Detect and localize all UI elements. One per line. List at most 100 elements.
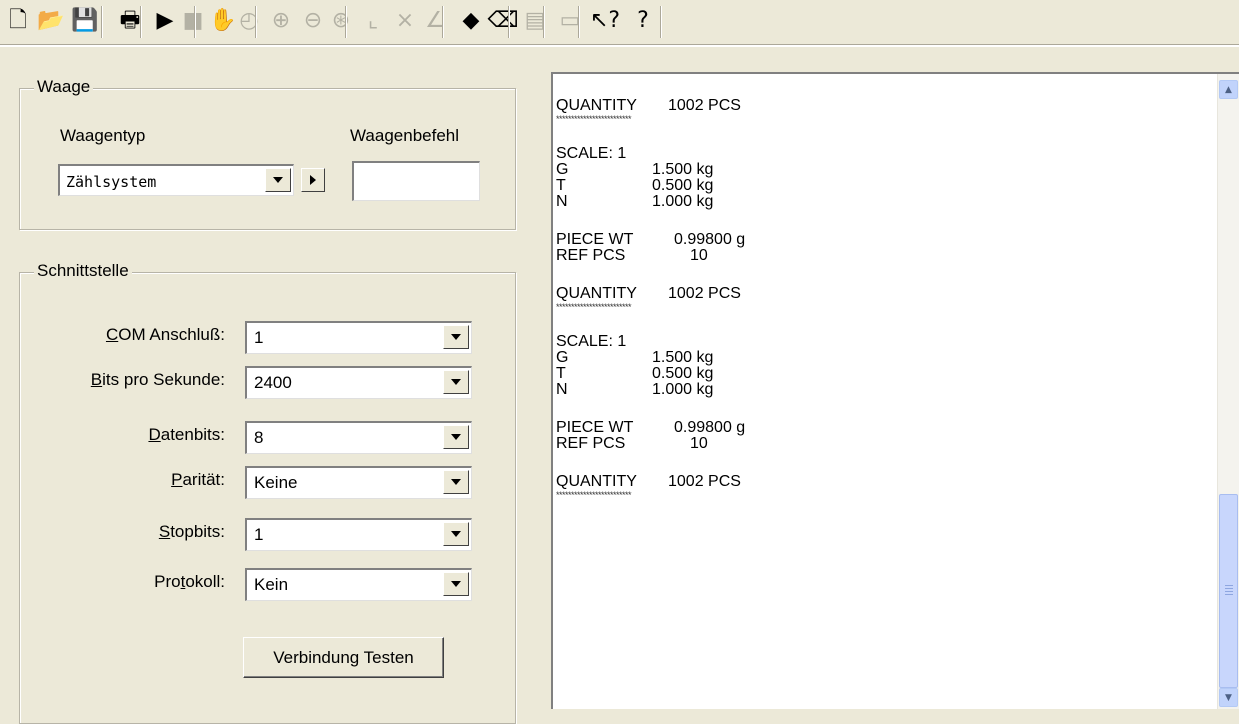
cross-chart-icon[interactable]: ⨯ — [390, 6, 420, 36]
verbindung-testen-button[interactable]: Verbindung Testen — [243, 637, 444, 678]
output-text-span: QUANTITY — [556, 97, 637, 114]
window-icon[interactable]: ▭ — [555, 6, 585, 36]
field-label-3: Parität: — [171, 470, 225, 490]
field-label-4: Stopbits: — [159, 522, 225, 542]
output-text-span: ************************* — [556, 302, 632, 312]
grip-line — [1225, 588, 1233, 589]
dropdown-button[interactable] — [443, 470, 469, 494]
label-rest: topbits: — [170, 522, 225, 541]
field-label-5: Protokoll: — [154, 572, 225, 592]
output-gap — [556, 452, 1196, 474]
scale-title-line: SCALE: 1 — [556, 334, 1196, 350]
dropdown-button[interactable] — [443, 522, 469, 546]
scale-row-line: G 1.500 kg — [556, 350, 1196, 366]
field-value: Kein — [254, 575, 289, 594]
waagenbefehl-input[interactable] — [352, 161, 480, 201]
waagenbefehl-label: Waagenbefehl — [350, 126, 460, 145]
scroll-up-icon[interactable]: ▲ — [1219, 80, 1238, 99]
scroll-down-icon[interactable]: ▼ — [1219, 688, 1238, 707]
piece-row-line: PIECE WT 0.99800 g — [556, 232, 1196, 248]
context-help-icon[interactable]: ↖? — [590, 6, 620, 36]
output-text-span: 1.500 kg — [652, 161, 714, 178]
output-text-span: N — [556, 381, 568, 398]
dropdown-button[interactable] — [443, 325, 469, 349]
field-value: 1 — [254, 525, 264, 544]
field-select-3[interactable]: Keine — [245, 466, 472, 499]
open-folder-icon[interactable]: 📂 — [36, 6, 66, 36]
label-rest: OM Anschluß: — [118, 325, 225, 344]
field-select-2[interactable]: 8 — [245, 421, 472, 454]
output-text-span: T — [556, 365, 566, 382]
dropdown-button[interactable] — [443, 370, 469, 394]
field-select-4[interactable]: 1 — [245, 518, 472, 551]
output-text-span: 1002 PCS — [668, 97, 741, 114]
dropdown-button[interactable] — [443, 425, 469, 449]
scrollbar-thumb[interactable] — [1219, 494, 1238, 688]
label-access-key: C — [105, 325, 119, 344]
send-command-button[interactable] — [301, 168, 325, 192]
slope-chart-icon[interactable]: ∠ — [420, 6, 450, 36]
field-label-1: Bits pro Sekunde: — [91, 370, 225, 390]
grip-line — [1225, 591, 1233, 592]
stars-line: ************************* — [556, 302, 1196, 312]
chevron-down-icon — [451, 581, 461, 587]
document-icon[interactable]: ▤ — [520, 6, 550, 36]
vertical-scrollbar[interactable]: ▲ ▼ — [1217, 74, 1239, 709]
scale-row-line: T 0.500 kg — [556, 366, 1196, 382]
output-text-span: G — [556, 161, 569, 178]
stars-line: ************************* — [556, 490, 1196, 500]
piece-row-line: REF PCS 10 — [556, 436, 1196, 452]
chevron-down-icon — [451, 434, 461, 440]
output-gap — [556, 124, 1196, 146]
output-text-span: PIECE WT — [556, 419, 634, 436]
stop-icon[interactable]: ■ — [178, 6, 208, 36]
scale-row-line: T 0.500 kg — [556, 178, 1196, 194]
output-panel[interactable]: QUANTITY 1002 PCS ************************… — [551, 72, 1239, 709]
chevron-down-icon — [451, 479, 461, 485]
schnittstelle-group: Schnittstelle COM Anschluß: 1 Bits pro Sek… — [19, 261, 516, 724]
toolbar-divider — [0, 44, 1239, 47]
new-file-icon[interactable]: 🗋 — [3, 6, 33, 36]
fill-bucket-icon[interactable]: ◆ — [456, 6, 486, 36]
zoom-fit-icon[interactable]: ⊛ — [326, 6, 356, 36]
field-select-5[interactable]: Kein — [245, 568, 472, 601]
eraser-icon[interactable]: ⌫ — [487, 6, 518, 36]
waagentyp-label: Waagentyp — [60, 126, 146, 145]
field-select-1[interactable]: 2400 — [245, 366, 472, 399]
zoom-in-icon[interactable]: ⊕ — [266, 6, 296, 36]
piece-row-line: REF PCS 10 — [556, 248, 1196, 264]
toolbar-separator — [578, 6, 580, 38]
dropdown-button[interactable] — [443, 572, 469, 596]
output-text-span: 1002 PCS — [668, 473, 741, 490]
help-icon[interactable]: ? — [628, 6, 658, 36]
waagentyp-select[interactable]: Zählsystem — [58, 164, 294, 196]
line-chart-icon[interactable]: ⌞ — [358, 6, 388, 36]
chevron-down-icon — [451, 531, 461, 537]
output-gap — [556, 264, 1196, 286]
label-access-key: S — [158, 522, 171, 541]
toolbar-separator — [140, 6, 142, 38]
output-gap — [556, 312, 1196, 334]
label-rest: arität: — [182, 470, 225, 489]
output-text-span: 1.500 kg — [652, 349, 714, 366]
grip-line — [1225, 585, 1233, 586]
label-prefix: Pro — [154, 572, 181, 591]
field-value: 8 — [254, 428, 264, 447]
play-icon[interactable]: ▶ — [150, 6, 180, 36]
quantity-line: QUANTITY 1002 PCS — [556, 474, 1196, 490]
save-icon[interactable]: 💾 — [70, 6, 100, 36]
field-select-0[interactable]: 1 — [245, 321, 472, 354]
output-text-span: REF PCS — [556, 247, 626, 264]
zoom-out-icon[interactable]: ⊖ — [298, 6, 328, 36]
output-text-span: 0.500 kg — [652, 177, 714, 194]
output-text-span: 1.000 kg — [652, 381, 714, 398]
field-label-2: Datenbits: — [148, 425, 225, 445]
output-text-span: PIECE WT — [556, 231, 634, 248]
schnittstelle-group-title: Schnittstelle — [34, 261, 132, 281]
waagentyp-dropdown-button[interactable] — [265, 168, 291, 192]
output-text: QUANTITY 1002 PCS ************************… — [556, 98, 1196, 522]
output-text-span: N — [556, 193, 568, 210]
piece-row-line: PIECE WT 0.99800 g — [556, 420, 1196, 436]
clock-icon[interactable]: ◴ — [234, 6, 264, 36]
output-text-span: ************************* — [556, 114, 632, 124]
